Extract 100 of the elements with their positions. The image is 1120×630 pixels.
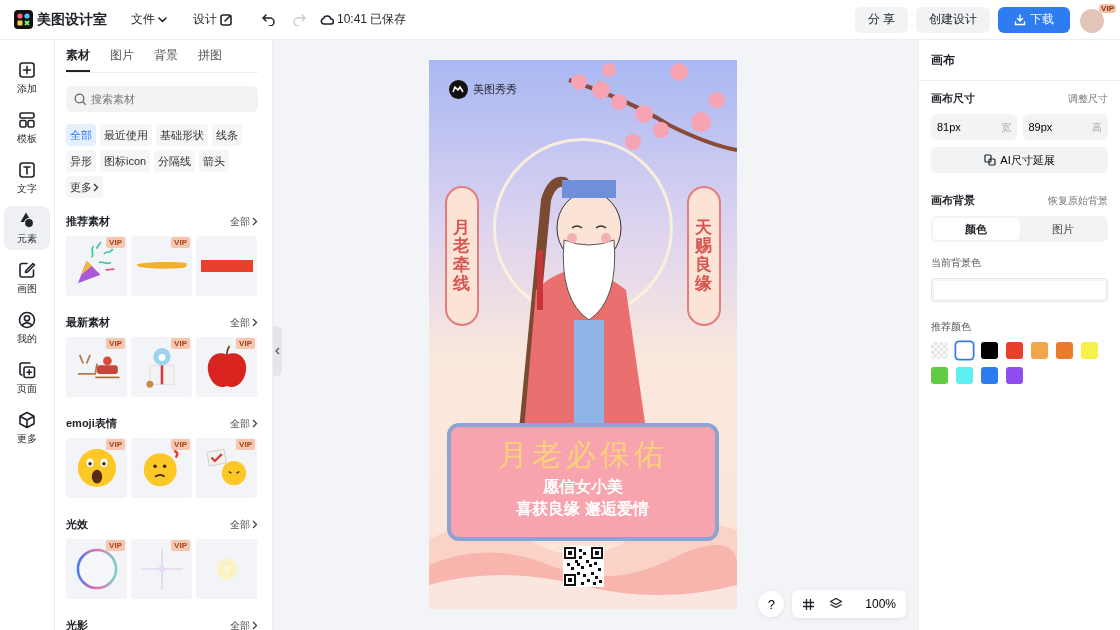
field-label: 推荐颜色 bbox=[931, 320, 972, 334]
asset-thumbnail[interactable]: VIP bbox=[196, 337, 257, 397]
section-title: 光效 bbox=[66, 517, 88, 532]
color-swatch[interactable] bbox=[931, 342, 948, 359]
color-swatch[interactable] bbox=[1031, 342, 1048, 359]
panel-tab[interactable]: 背景 bbox=[154, 47, 178, 72]
sidebar-item[interactable]: 元素 bbox=[4, 206, 50, 250]
unit-label: 高 bbox=[1092, 121, 1102, 135]
filter-chip[interactable]: 分隔线 bbox=[154, 150, 196, 172]
sidebar-item[interactable]: 文字 bbox=[4, 156, 50, 200]
see-all-link[interactable]: 全部 bbox=[230, 517, 258, 532]
asset-thumbnail[interactable]: VIP bbox=[131, 236, 192, 296]
chevron-right-icon bbox=[252, 419, 258, 428]
layers-icon[interactable] bbox=[829, 597, 844, 611]
color-swatch[interactable] bbox=[1006, 342, 1023, 359]
zoom-level[interactable]: 100% bbox=[857, 597, 896, 611]
download-button[interactable]: 下载 bbox=[998, 6, 1070, 33]
panel-tab[interactable]: 素材 bbox=[66, 47, 90, 72]
user-icon bbox=[18, 310, 36, 329]
sidebar-item[interactable]: 页面 bbox=[4, 356, 50, 400]
vip-badge: VIP bbox=[106, 338, 125, 349]
asset-thumbnail[interactable]: VIP bbox=[66, 539, 127, 599]
panel-tab[interactable]: 拼图 bbox=[198, 47, 222, 72]
filter-chip[interactable]: 异形 bbox=[66, 150, 96, 172]
asset-thumbnail[interactable] bbox=[196, 236, 257, 296]
asset-thumbnail[interactable]: VIP bbox=[66, 438, 127, 498]
edit-icon bbox=[220, 13, 232, 26]
see-all-link[interactable]: 全部 bbox=[230, 618, 258, 630]
grid-icon[interactable] bbox=[802, 597, 816, 611]
vip-badge: VIP bbox=[171, 439, 190, 450]
asset-thumbnail[interactable]: VIP bbox=[131, 337, 192, 397]
qr-code-icon bbox=[562, 546, 604, 587]
color-swatch[interactable] bbox=[956, 367, 973, 384]
resize-link[interactable]: 调整尺寸 bbox=[1068, 91, 1108, 106]
asset-thumbnail[interactable]: VIP bbox=[66, 337, 127, 397]
filter-chip[interactable]: 箭头 bbox=[199, 150, 230, 172]
mode-tab[interactable]: 图片 bbox=[1019, 218, 1106, 240]
asset-thumbnail[interactable]: VIP bbox=[131, 539, 192, 599]
action-button[interactable]: 分 享 bbox=[854, 6, 908, 33]
chevron-down-icon bbox=[158, 16, 167, 23]
vip-badge: VIP bbox=[106, 237, 125, 248]
sidebar-item[interactable]: 添加 bbox=[4, 56, 50, 100]
poster-text: 喜获良缘 邂逅爱情 bbox=[515, 497, 650, 520]
download-icon bbox=[1014, 13, 1026, 26]
filter-chip[interactable]: 更多 bbox=[66, 176, 103, 198]
color-swatch[interactable] bbox=[1056, 342, 1073, 359]
help-button[interactable]: ? bbox=[758, 591, 785, 617]
layout-icon bbox=[18, 110, 36, 129]
undo-icon[interactable] bbox=[262, 13, 276, 26]
chevron-right-icon bbox=[93, 182, 99, 192]
asset-thumbnail[interactable]: VIP bbox=[131, 438, 192, 498]
cube-icon bbox=[18, 410, 36, 429]
filter-chip[interactable]: 最近使用 bbox=[100, 124, 152, 146]
color-swatch[interactable] bbox=[981, 342, 998, 359]
sidebar-item[interactable]: 模板 bbox=[4, 106, 50, 150]
sidebar-item[interactable]: 我的 bbox=[4, 306, 50, 350]
cloud-icon bbox=[320, 14, 334, 25]
color-swatch[interactable] bbox=[931, 367, 948, 384]
see-all-link[interactable]: 全部 bbox=[230, 214, 258, 229]
sidebar-item[interactable]: 画图 bbox=[4, 256, 50, 300]
vip-badge: VIP bbox=[236, 338, 255, 349]
section-title: 最新素材 bbox=[66, 315, 110, 330]
asset-thumbnail[interactable]: VIP bbox=[66, 236, 127, 296]
menu-button[interactable]: 设计 bbox=[189, 9, 236, 30]
vip-badge: VIP bbox=[1099, 3, 1116, 13]
brand-name: 美图秀秀 bbox=[472, 82, 517, 97]
filter-chip[interactable]: 图标icon bbox=[100, 150, 151, 172]
vip-badge: VIP bbox=[171, 338, 190, 349]
panel-tab[interactable]: 图片 bbox=[110, 47, 134, 72]
add-icon bbox=[18, 60, 36, 79]
chevron-right-icon bbox=[252, 217, 258, 226]
shapes-icon bbox=[18, 210, 36, 229]
reset-background-link[interactable]: 恢复原始背景 bbox=[1048, 193, 1108, 208]
paint-stroke-drawing bbox=[135, 262, 188, 270]
see-all-link[interactable]: 全部 bbox=[230, 416, 258, 431]
ai-extend-button[interactable]: AI尺寸延展 bbox=[931, 147, 1108, 173]
collapse-handle[interactable] bbox=[273, 326, 282, 376]
color-field[interactable] bbox=[931, 278, 1108, 302]
filter-chip[interactable]: 基础形状 bbox=[156, 124, 208, 146]
color-swatch[interactable] bbox=[1006, 367, 1023, 384]
color-swatch[interactable] bbox=[981, 367, 998, 384]
page-add-icon bbox=[18, 360, 36, 379]
see-all-link[interactable]: 全部 bbox=[230, 315, 258, 330]
menu-button[interactable]: 文件 bbox=[127, 9, 171, 30]
filter-chip[interactable]: 全部 bbox=[66, 124, 96, 146]
action-button[interactable]: 创建设计 bbox=[916, 6, 990, 33]
banner-text: 天赐良缘 bbox=[695, 218, 712, 294]
sidebar-item[interactable]: 更多 bbox=[4, 406, 50, 450]
filter-chip[interactable]: 线条 bbox=[212, 124, 242, 146]
color-swatch[interactable] bbox=[956, 342, 973, 359]
color-swatch[interactable] bbox=[1081, 342, 1098, 359]
search-field[interactable]: 搜索素材 bbox=[66, 86, 258, 112]
brand-logo-icon bbox=[448, 80, 468, 99]
text-icon bbox=[18, 160, 36, 179]
asset-thumbnail[interactable]: VIP bbox=[196, 438, 257, 498]
mode-tab[interactable]: 颜色 bbox=[933, 218, 1020, 240]
app-name: 美图设计室 bbox=[37, 10, 107, 29]
vip-badge: VIP bbox=[236, 439, 255, 450]
asset-thumbnail[interactable] bbox=[196, 539, 257, 599]
section-title: 画布尺寸 bbox=[931, 91, 975, 106]
